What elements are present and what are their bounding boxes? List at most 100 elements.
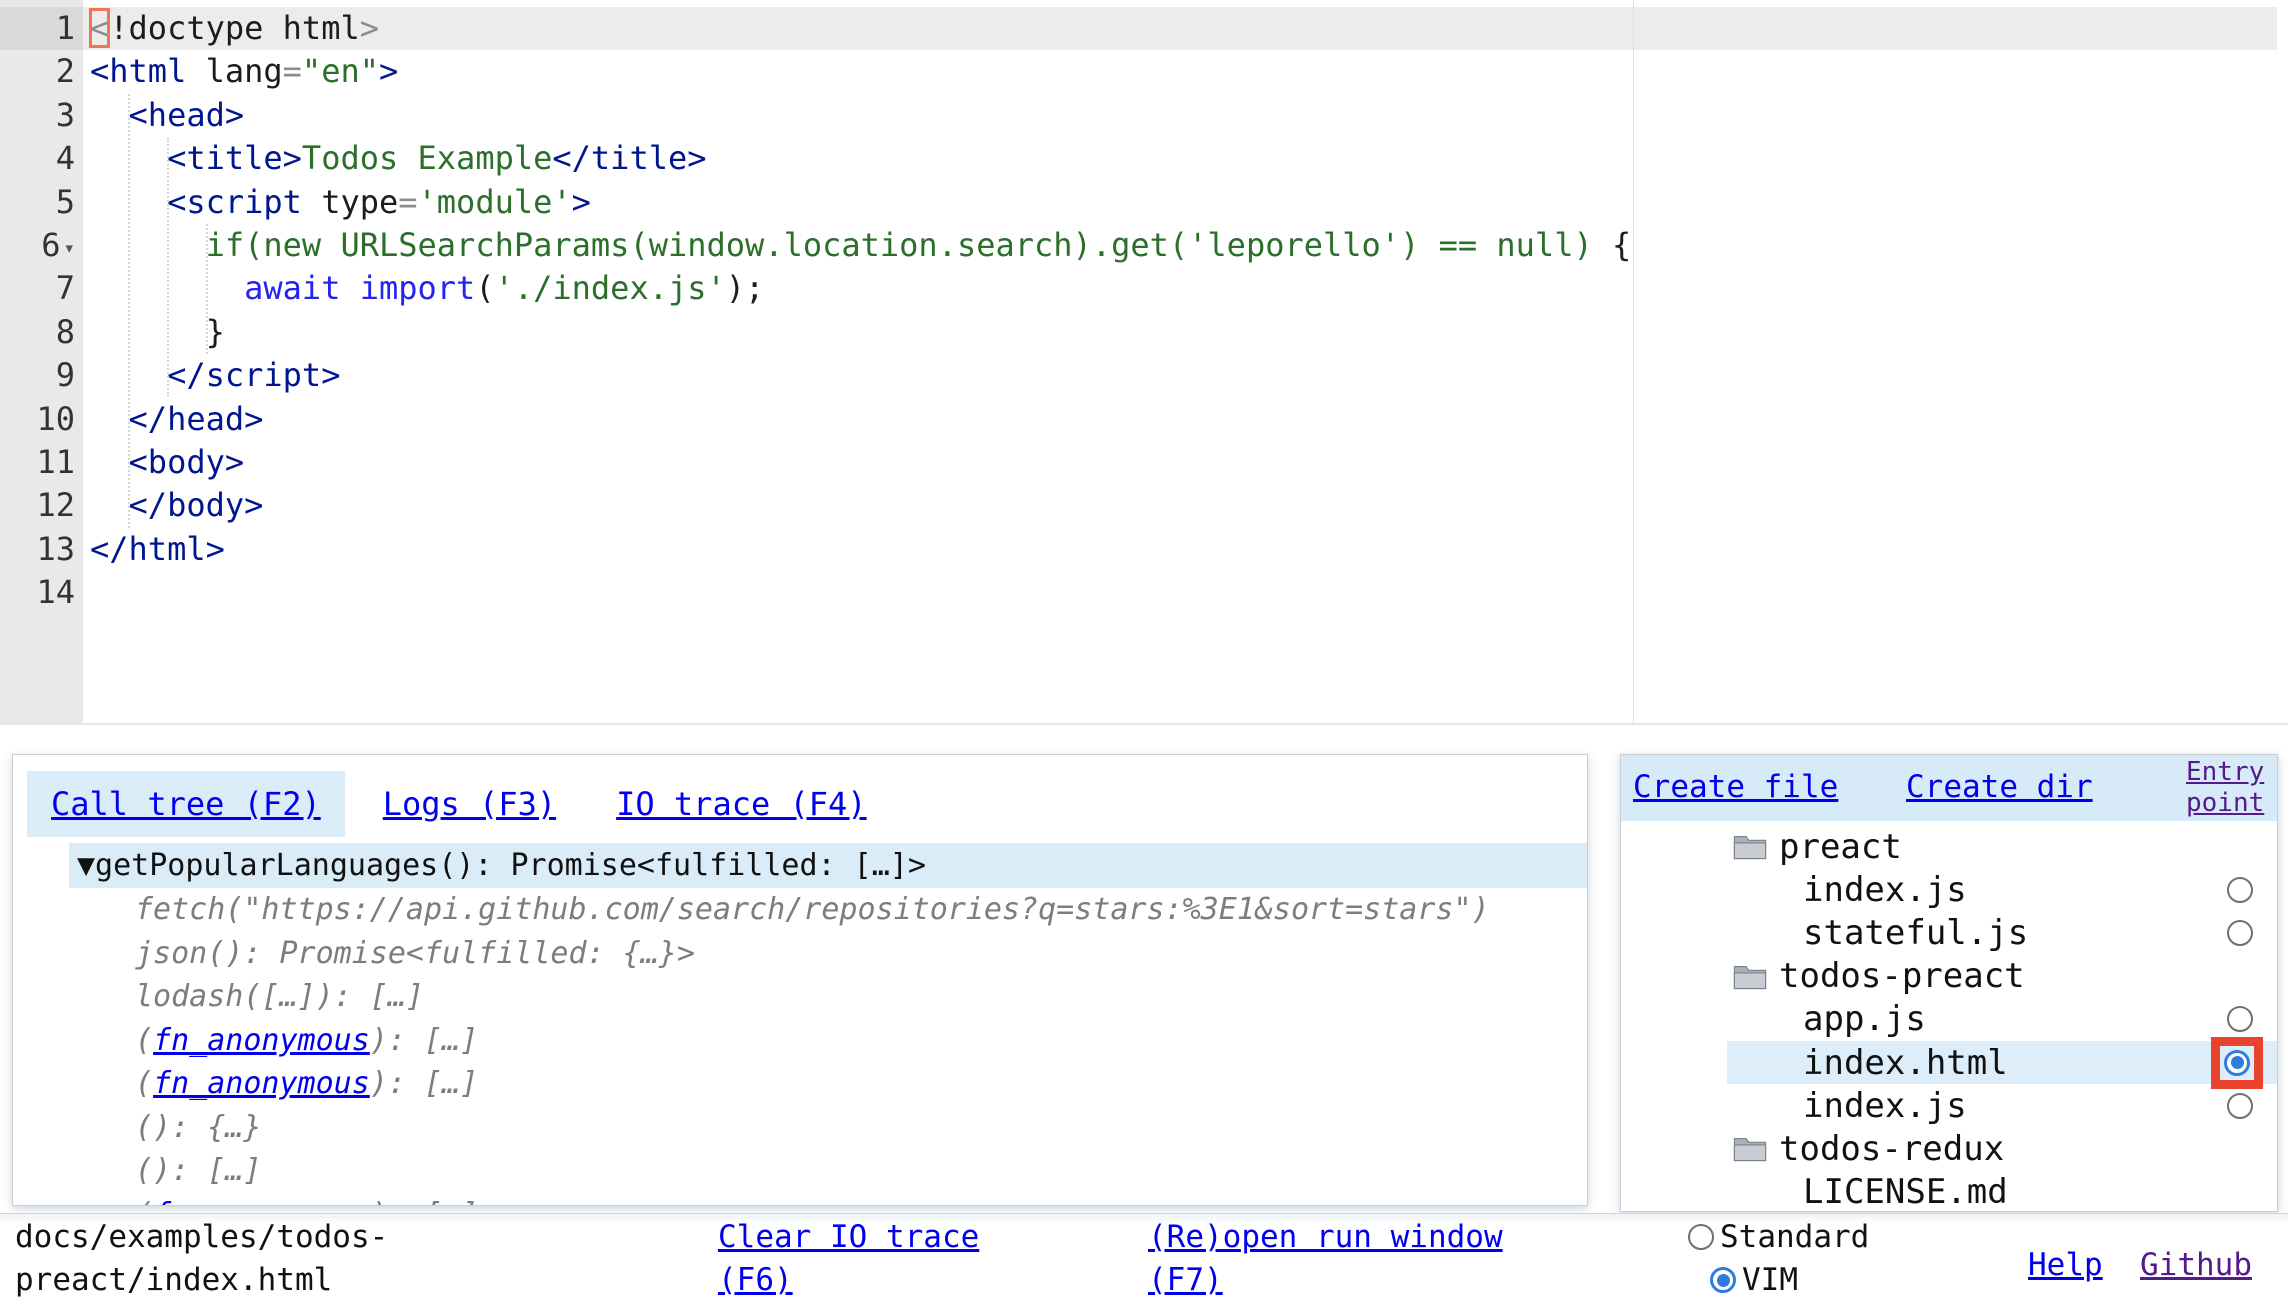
entry-point-radio[interactable]: [2227, 877, 2253, 903]
code-line[interactable]: </html>: [83, 528, 2277, 571]
keybinding-radio-standard[interactable]: [1688, 1224, 1714, 1250]
gutter-line-number: 8: [0, 311, 83, 354]
file-row-index.js[interactable]: index.js: [1727, 1084, 2277, 1127]
entry-point-slot: [2227, 1006, 2253, 1032]
indent-guide: [128, 94, 130, 528]
code-token: <head>: [129, 96, 245, 134]
code-line[interactable]: <!doctype html>: [83, 7, 2277, 50]
calltree-row[interactable]: json(): Promise<fulfilled: {…}>: [69, 932, 1587, 976]
file-row-todos-preact[interactable]: todos-preact: [1727, 955, 2277, 998]
entry-point-radio[interactable]: [2227, 1006, 2253, 1032]
folder-icon: [1733, 1135, 1767, 1162]
keybinding-label: VIM: [1742, 1262, 1798, 1298]
code-token: [302, 183, 321, 221]
code-token: <body>: [129, 443, 245, 481]
tab-logs-f3[interactable]: Logs (F3): [383, 771, 556, 837]
tab-io-trace-f4[interactable]: IO trace (F4): [616, 771, 866, 837]
keybinding-radio-vim[interactable]: [1710, 1267, 1736, 1293]
calltree-row[interactable]: fetch("https://api.github.com/search/rep…: [69, 888, 1587, 932]
code-line[interactable]: [83, 571, 2277, 614]
entry-point-header[interactable]: Entry point: [2186, 757, 2278, 819]
create-dir-link[interactable]: Create dir: [1906, 769, 2093, 805]
gutter-line-number: 2: [0, 50, 83, 93]
calltree-row-text: ): […]: [370, 1197, 478, 1207]
fn-anonymous-link[interactable]: fn_anonymous: [153, 1197, 370, 1207]
code-line[interactable]: if(new URLSearchParams(window.location.s…: [83, 224, 2277, 267]
indent-guide: [167, 137, 169, 397]
github-link[interactable]: Github: [2140, 1244, 2252, 1287]
calltree-row-text: ): […]: [370, 1066, 478, 1101]
file-row-index.html[interactable]: index.html: [1727, 1041, 2277, 1084]
calltree-selected-row[interactable]: ▼getPopularLanguages(): Promise<fulfille…: [69, 843, 1587, 888]
code-token: }: [90, 313, 225, 351]
calltree-row-text: lodash([…]): […]: [135, 979, 424, 1014]
help-link[interactable]: Help: [2028, 1244, 2103, 1287]
code-line[interactable]: </body>: [83, 484, 2277, 527]
file-name: index.html: [1803, 1043, 2008, 1083]
fn-anonymous-link[interactable]: fn_anonymous: [153, 1023, 370, 1058]
gutter-line-number: 14: [0, 571, 83, 614]
calltree-row[interactable]: (fn_anonymous): […]: [69, 1019, 1587, 1063]
print-margin-ruler: [1633, 0, 1634, 723]
calltree-row[interactable]: (): {…}: [69, 1106, 1587, 1150]
calltree-row[interactable]: (): […]: [69, 1149, 1587, 1193]
file-name: app.js: [1803, 999, 1926, 1039]
code-line[interactable]: <script type='module'>: [83, 181, 2277, 224]
file-row-stateful.js[interactable]: stateful.js: [1727, 911, 2277, 954]
reopen-run-window-link[interactable]: (Re)open run window (F7): [1148, 1216, 1528, 1302]
code-line[interactable]: </script>: [83, 354, 2277, 397]
code-editor[interactable]: 123456▾7891011121314 <!doctype html><htm…: [0, 0, 2288, 725]
code-line[interactable]: }: [83, 311, 2277, 354]
code-line[interactable]: </head>: [83, 398, 2277, 441]
code-token: );: [726, 269, 765, 307]
code-token: [186, 52, 205, 90]
entry-point-slot: [2227, 920, 2253, 946]
code-token: </script>: [167, 356, 340, 394]
status-bar: docs/examples/todos-preact/index.html Cl…: [0, 1213, 2288, 1302]
code-token: [90, 226, 206, 264]
file-row-preact[interactable]: preact: [1727, 825, 2277, 868]
file-tree: preactindex.jsstateful.jstodos-preactapp…: [1727, 821, 2277, 1212]
file-name: LICENSE.md: [1803, 1172, 2008, 1212]
calltree-row-text: json(): Promise<fulfilled: {…}>: [135, 936, 695, 971]
code-token: import: [360, 269, 476, 307]
code-line[interactable]: <html lang="en">: [83, 50, 2277, 93]
entry-point-slot: [2227, 1093, 2253, 1119]
file-row-app.js[interactable]: app.js: [1727, 998, 2277, 1041]
calltree-row[interactable]: (fn_anonymous): […]: [69, 1193, 1587, 1207]
code-line[interactable]: await import('./index.js');: [83, 267, 2277, 310]
folder-icon: [1733, 833, 1767, 860]
calltree-row[interactable]: lodash([…]): […]: [69, 975, 1587, 1019]
calltree-row[interactable]: (fn_anonymous): […]: [69, 1062, 1587, 1106]
leporello-app: 123456▾7891011121314 <!doctype html><htm…: [0, 0, 2288, 1302]
clear-io-trace-link[interactable]: Clear IO trace (F6): [718, 1216, 1018, 1302]
code-line[interactable]: <head>: [83, 94, 2277, 137]
calltree-row-text: (: [135, 1066, 153, 1101]
gutter-line-number: 4: [0, 137, 83, 180]
entry-point-radio[interactable]: [2227, 920, 2253, 946]
entry-point-radio[interactable]: [2227, 1093, 2253, 1119]
code-line[interactable]: <body>: [83, 441, 2277, 484]
editor-code-area[interactable]: <!doctype html><html lang="en"> <head> <…: [83, 0, 2277, 723]
entry-point-radio[interactable]: [2224, 1050, 2250, 1076]
keybinding-label: Standard: [1720, 1219, 1869, 1255]
file-row-todos-redux[interactable]: todos-redux: [1727, 1127, 2277, 1170]
indent-guide: [206, 224, 208, 354]
tab-call-tree-f2[interactable]: Call tree (F2): [27, 771, 345, 837]
editor-cursor: <: [90, 9, 109, 47]
code-token: {: [1612, 226, 1631, 264]
fn-anonymous-link[interactable]: fn_anonymous: [153, 1066, 370, 1101]
file-name: index.js: [1803, 870, 1967, 910]
calltree-row-text: (: [135, 1197, 153, 1207]
code-token: type: [321, 183, 398, 221]
code-token: </body>: [129, 486, 264, 524]
gutter-line-number: 13: [0, 528, 83, 571]
fold-widget-icon[interactable]: ▾: [64, 237, 75, 259]
code-line[interactable]: <title>Todos Example</title>: [83, 137, 2277, 180]
create-file-link[interactable]: Create file: [1633, 769, 1838, 805]
code-token: [90, 96, 129, 134]
code-token: <html: [90, 52, 186, 90]
calltree-row-text: (): {…}: [135, 1110, 261, 1145]
file-row-LICENSE.md[interactable]: LICENSE.md: [1727, 1171, 2277, 1213]
file-row-index.js[interactable]: index.js: [1727, 868, 2277, 911]
